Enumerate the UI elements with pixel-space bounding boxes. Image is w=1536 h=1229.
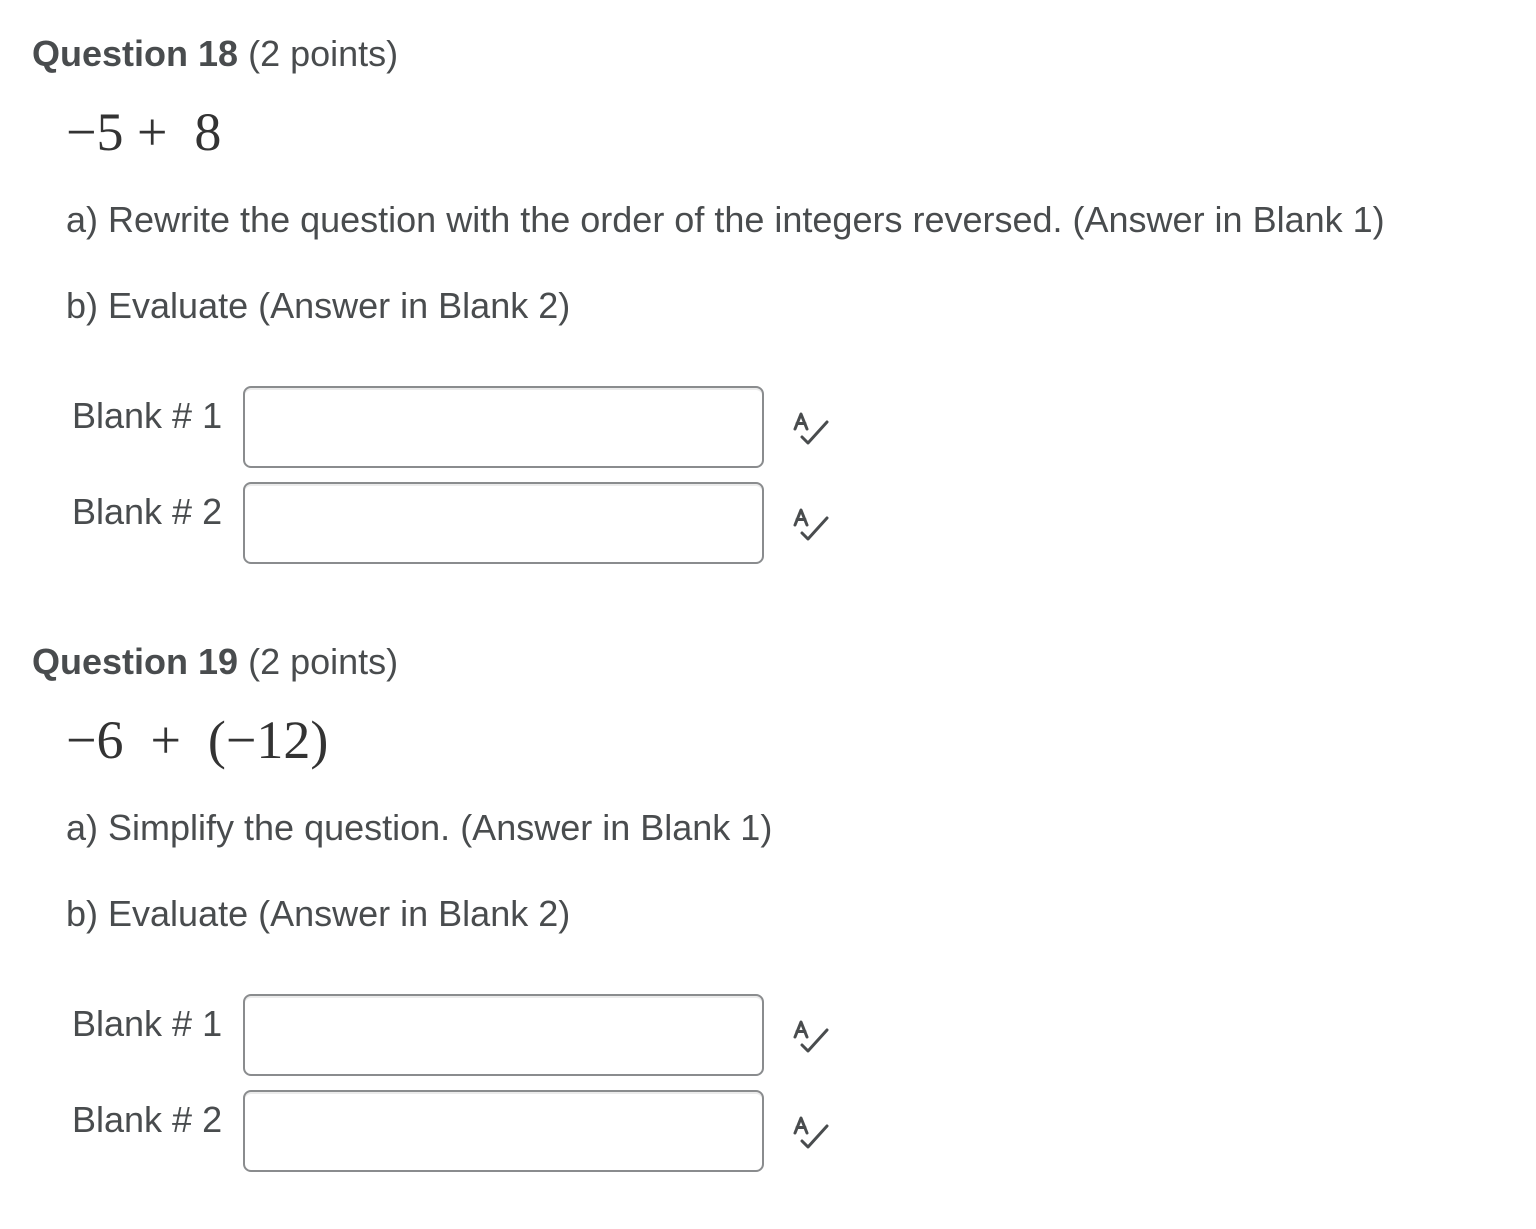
blank-label-1: Blank # 1 [72, 1003, 223, 1044]
blank-label-2: Blank # 2 [72, 1099, 223, 1140]
question-header: Question 19 (2 points) [32, 640, 398, 684]
blank-row-1: Blank # 1 [0, 994, 900, 1078]
question-part-a: a) Rewrite the question with the order o… [66, 199, 1385, 240]
question-header: Question 18 (2 points) [32, 32, 398, 76]
blank-row-2: Blank # 2 [0, 482, 900, 566]
question-part-b: b) Evaluate (Answer in Blank 2) [66, 893, 571, 934]
blank-row-1: Blank # 1 [0, 386, 900, 470]
question-title: Question 19 [32, 641, 239, 682]
spellcheck-icon[interactable] [792, 1018, 832, 1058]
blank-input-1[interactable] [243, 994, 764, 1076]
blank-label-2: Blank # 2 [72, 491, 223, 532]
question-expression: −6 + (−12) [66, 710, 329, 770]
blank-label-1: Blank # 1 [72, 395, 223, 436]
question-expression: −5 + 8 [66, 102, 222, 162]
question-part-a: a) Simplify the question. (Answer in Bla… [66, 807, 773, 848]
blank-input-1[interactable] [243, 386, 764, 468]
blank-row-2: Blank # 2 [0, 1090, 900, 1174]
question-points: (2 points) [248, 33, 399, 74]
question-title: Question 18 [32, 33, 239, 74]
spellcheck-icon[interactable] [792, 1114, 832, 1154]
question-points: (2 points) [248, 641, 399, 682]
spellcheck-icon[interactable] [792, 506, 832, 546]
blank-input-2[interactable] [243, 482, 764, 564]
blank-input-2[interactable] [243, 1090, 764, 1172]
spellcheck-icon[interactable] [792, 410, 832, 450]
question-part-b: b) Evaluate (Answer in Blank 2) [66, 285, 571, 326]
